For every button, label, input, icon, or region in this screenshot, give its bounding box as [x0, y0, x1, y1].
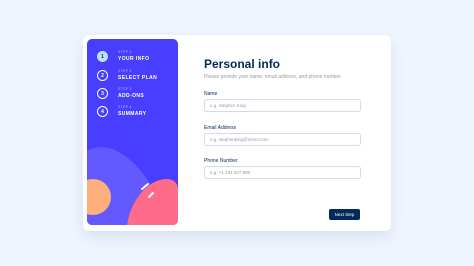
- next-step-button[interactable]: Next Step: [329, 209, 360, 220]
- step-4-label: STEP 4: [118, 105, 132, 110]
- phone-input[interactable]: [204, 166, 361, 179]
- email-label: Email Address: [204, 125, 236, 131]
- email-input[interactable]: [204, 133, 361, 146]
- step-4-title: SUMMARY: [118, 110, 147, 117]
- step-3-number: 3: [97, 88, 108, 99]
- step-1-number: 1: [97, 51, 108, 62]
- step-2-number: 2: [97, 70, 108, 81]
- step-1-title: YOUR INFO: [118, 55, 150, 62]
- name-input[interactable]: [204, 99, 361, 112]
- step-3-label: STEP 3: [118, 87, 132, 92]
- step-3-title: ADD-ONS: [118, 92, 145, 99]
- step-2-title: SELECT PLAN: [118, 74, 158, 81]
- sidebar-background-art: [87, 147, 178, 225]
- step-4[interactable]: 4 STEP 4 SUMMARY: [97, 106, 146, 117]
- name-label: Name: [204, 91, 218, 97]
- step-4-number: 4: [97, 106, 108, 117]
- phone-label: Phone Number: [204, 158, 238, 164]
- personal-info-form: Personal info Please provide your name, …: [204, 57, 361, 179]
- step-2[interactable]: 2 STEP 2 SELECT PLAN: [97, 70, 157, 81]
- page-subtitle: Please provide your name, email address,…: [204, 74, 342, 80]
- page-title: Personal info: [204, 57, 281, 71]
- step-3[interactable]: 3 STEP 3 ADD-ONS: [97, 88, 144, 99]
- steps-sidebar: 1 STEP 1 YOUR INFO 2 STEP 2 SELECT PLAN …: [87, 39, 178, 225]
- form-card: 1 STEP 1 YOUR INFO 2 STEP 2 SELECT PLAN …: [83, 35, 391, 231]
- step-2-label: STEP 2: [118, 69, 132, 74]
- step-1-label: STEP 1: [118, 50, 132, 55]
- step-1[interactable]: 1 STEP 1 YOUR INFO: [97, 51, 149, 62]
